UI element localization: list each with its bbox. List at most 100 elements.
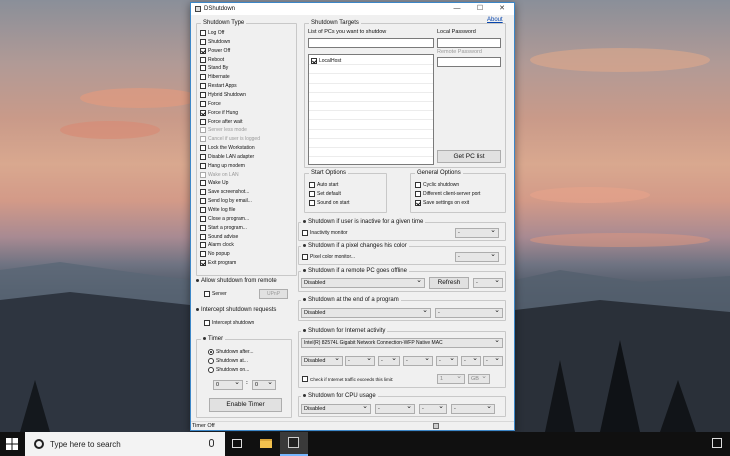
internet-select-5[interactable]: - — [461, 356, 481, 366]
shutdown-type-option[interactable]: Wake Up — [200, 179, 228, 187]
internet-select-3[interactable]: - — [403, 356, 433, 366]
shutdown-type-option[interactable]: Start a program... — [200, 224, 247, 232]
upnp-button[interactable]: UPnP — [259, 289, 288, 299]
file-explorer-icon[interactable] — [260, 439, 272, 448]
dshutdown-window: DShutdown — ☐ ✕ Shutdown Type Log Off Shu… — [190, 2, 515, 431]
inactive-title: Shutdown if user is inactive for a given… — [301, 219, 426, 226]
intercept-checkbox[interactable]: Intercept shutdown — [204, 319, 254, 327]
shutdown-type-option[interactable]: Hibernate — [200, 73, 230, 81]
cpu-mode-select[interactable]: Disabled — [301, 404, 371, 414]
end-program-select-2[interactable]: - — [435, 308, 503, 318]
shutdown-type-option[interactable]: Power Off — [200, 47, 230, 55]
pixel-group: Shutdown if a pixel changes his color Pi… — [298, 243, 506, 265]
shutdown-type-option[interactable]: Close a program... — [200, 215, 249, 223]
title-bar[interactable]: DShutdown — ☐ ✕ — [191, 3, 514, 15]
network-adapter-select[interactable]: Intel(R) 82574L Gigabit Network Connecti… — [301, 338, 503, 348]
taskbar-search-box[interactable]: Type here to search — [25, 432, 225, 456]
get-pc-list-button[interactable]: Get PC list — [437, 150, 501, 163]
shutdown-type-option[interactable]: Sound advise — [200, 233, 238, 241]
status-bar: Timer Off — [191, 421, 514, 430]
shutdown-type-option[interactable]: Save screenshot... — [200, 188, 249, 196]
pc-list-row-line — [309, 73, 433, 75]
shutdown-type-option[interactable]: Send log by email... — [200, 197, 252, 205]
timer-title: Timer — [201, 336, 226, 343]
shutdown-type-option[interactable]: Hybrid Shutdown — [200, 91, 246, 99]
shutdown-type-option[interactable]: Force after wait — [200, 118, 242, 126]
shutdown-type-option[interactable]: Wake on LAN — [200, 171, 239, 179]
hours-select[interactable]: 0 — [213, 380, 243, 390]
auto-start-checkbox[interactable]: Auto start — [309, 181, 338, 189]
internet-select-4[interactable]: - — [436, 356, 458, 366]
server-checkbox[interactable]: Server — [204, 290, 227, 298]
cpu-select-1[interactable]: - — [375, 404, 415, 414]
shutdown-type-option[interactable]: Write log file — [200, 206, 235, 214]
general-options-group: General Options Cyclic shutdown Differen… — [410, 170, 506, 213]
pc-list-row-line — [309, 119, 433, 121]
shutdown-type-option[interactable]: Restart Apps — [200, 82, 237, 90]
pc-list-row-line — [309, 128, 433, 130]
shutdown-type-option[interactable]: Cancel if user is logged — [200, 135, 260, 143]
internet-mode-select[interactable]: Disabled — [301, 356, 343, 366]
cpu-title: Shutdown for CPU usage — [301, 393, 378, 400]
shutdown-type-option[interactable]: Disable LAN adapter — [200, 153, 254, 161]
local-password-input[interactable] — [437, 38, 501, 48]
shutdown-type-option[interactable]: Log Off — [200, 29, 224, 37]
shutdown-type-option[interactable]: Exit program — [200, 259, 236, 267]
shutdown-type-option[interactable]: No popup — [200, 250, 230, 258]
shutdown-on-radio[interactable]: Shutdown on... — [208, 366, 249, 374]
pc-name-input[interactable] — [308, 38, 434, 48]
shutdown-type-option[interactable]: Lock the Workstation — [200, 144, 255, 152]
shutdown-after-radio[interactable]: Shutdown after... — [208, 348, 254, 356]
inactivity-monitor-checkbox[interactable]: Inactivity monitor — [302, 229, 348, 237]
traffic-limit-checkbox[interactable]: Check if Internet traffic exceeds this l… — [302, 375, 393, 383]
inactive-time-select[interactable]: - — [455, 228, 499, 238]
pixel-monitor-checkbox[interactable]: Pixel color monitor... — [302, 253, 355, 261]
pc-list[interactable]: LocalHost — [308, 54, 434, 165]
maximize-button[interactable]: ☐ — [469, 3, 491, 15]
traffic-limit-select[interactable]: 1 — [437, 374, 465, 384]
traffic-unit-select[interactable]: GB — [468, 374, 490, 384]
window-title: DShutdown — [204, 6, 236, 12]
pc-list-row-line — [309, 82, 433, 84]
microphone-icon[interactable] — [209, 439, 214, 447]
shutdown-type-option[interactable]: Stand By — [200, 64, 228, 72]
shutdown-type-option[interactable]: Force — [200, 100, 221, 108]
set-default-checkbox[interactable]: Set default — [309, 190, 341, 198]
shutdown-type-option[interactable]: Force if Hung — [200, 109, 238, 117]
notification-icon[interactable] — [712, 438, 722, 448]
cpu-select-2[interactable]: - — [419, 404, 447, 414]
internet-select-1[interactable]: - — [345, 356, 375, 366]
internet-select-6[interactable]: - — [483, 356, 503, 366]
save-settings-checkbox[interactable]: Save settings on exit — [415, 199, 469, 207]
windows-start-icon[interactable] — [6, 438, 18, 450]
enable-timer-button[interactable]: Enable Timer — [209, 398, 282, 412]
shutdown-type-option[interactable]: Shutdown — [200, 38, 230, 46]
shutdown-type-option[interactable]: Alarm clock — [200, 241, 234, 249]
internet-select-2[interactable]: - — [378, 356, 400, 366]
cyclic-shutdown-checkbox[interactable]: Cyclic shutdown — [415, 181, 459, 189]
refresh-button[interactable]: Refresh — [429, 277, 469, 289]
end-program-select[interactable]: Disabled — [301, 308, 431, 318]
task-view-icon[interactable] — [232, 439, 242, 448]
minutes-select[interactable]: 0 — [252, 380, 276, 390]
shutdown-at-radio[interactable]: Shutdown at... — [208, 357, 248, 365]
remote-password-label: Remote Password — [437, 49, 482, 55]
search-placeholder: Type here to search — [50, 439, 121, 449]
about-link[interactable]: About — [487, 17, 503, 23]
sound-on-start-checkbox[interactable]: Sound on start — [309, 199, 350, 207]
internet-title: Shutdown for Internet activity — [301, 328, 388, 335]
remote-offline-group: Shutdown if a remote PC goes offline Dis… — [298, 268, 506, 292]
close-button[interactable]: ✕ — [491, 3, 513, 15]
cpu-select-3[interactable]: - — [451, 404, 495, 414]
shutdown-type-option[interactable]: Reboot — [200, 56, 224, 64]
client-server-port-checkbox[interactable]: Different client-server port — [415, 190, 480, 198]
shutdown-type-option[interactable]: Server less mode — [200, 126, 247, 134]
pixel-select[interactable]: - — [455, 252, 499, 262]
remote-offline-title: Shutdown if a remote PC goes offline — [301, 268, 409, 275]
shutdown-type-option[interactable]: Hang up modem — [200, 162, 245, 170]
remote-password-input[interactable] — [437, 57, 501, 67]
dshutdown-taskbar-icon[interactable] — [280, 432, 308, 456]
remote-offline-select[interactable]: Disabled — [301, 278, 425, 288]
minimize-button[interactable]: — — [446, 3, 468, 15]
remote-offline-select-2[interactable]: - — [473, 278, 503, 288]
